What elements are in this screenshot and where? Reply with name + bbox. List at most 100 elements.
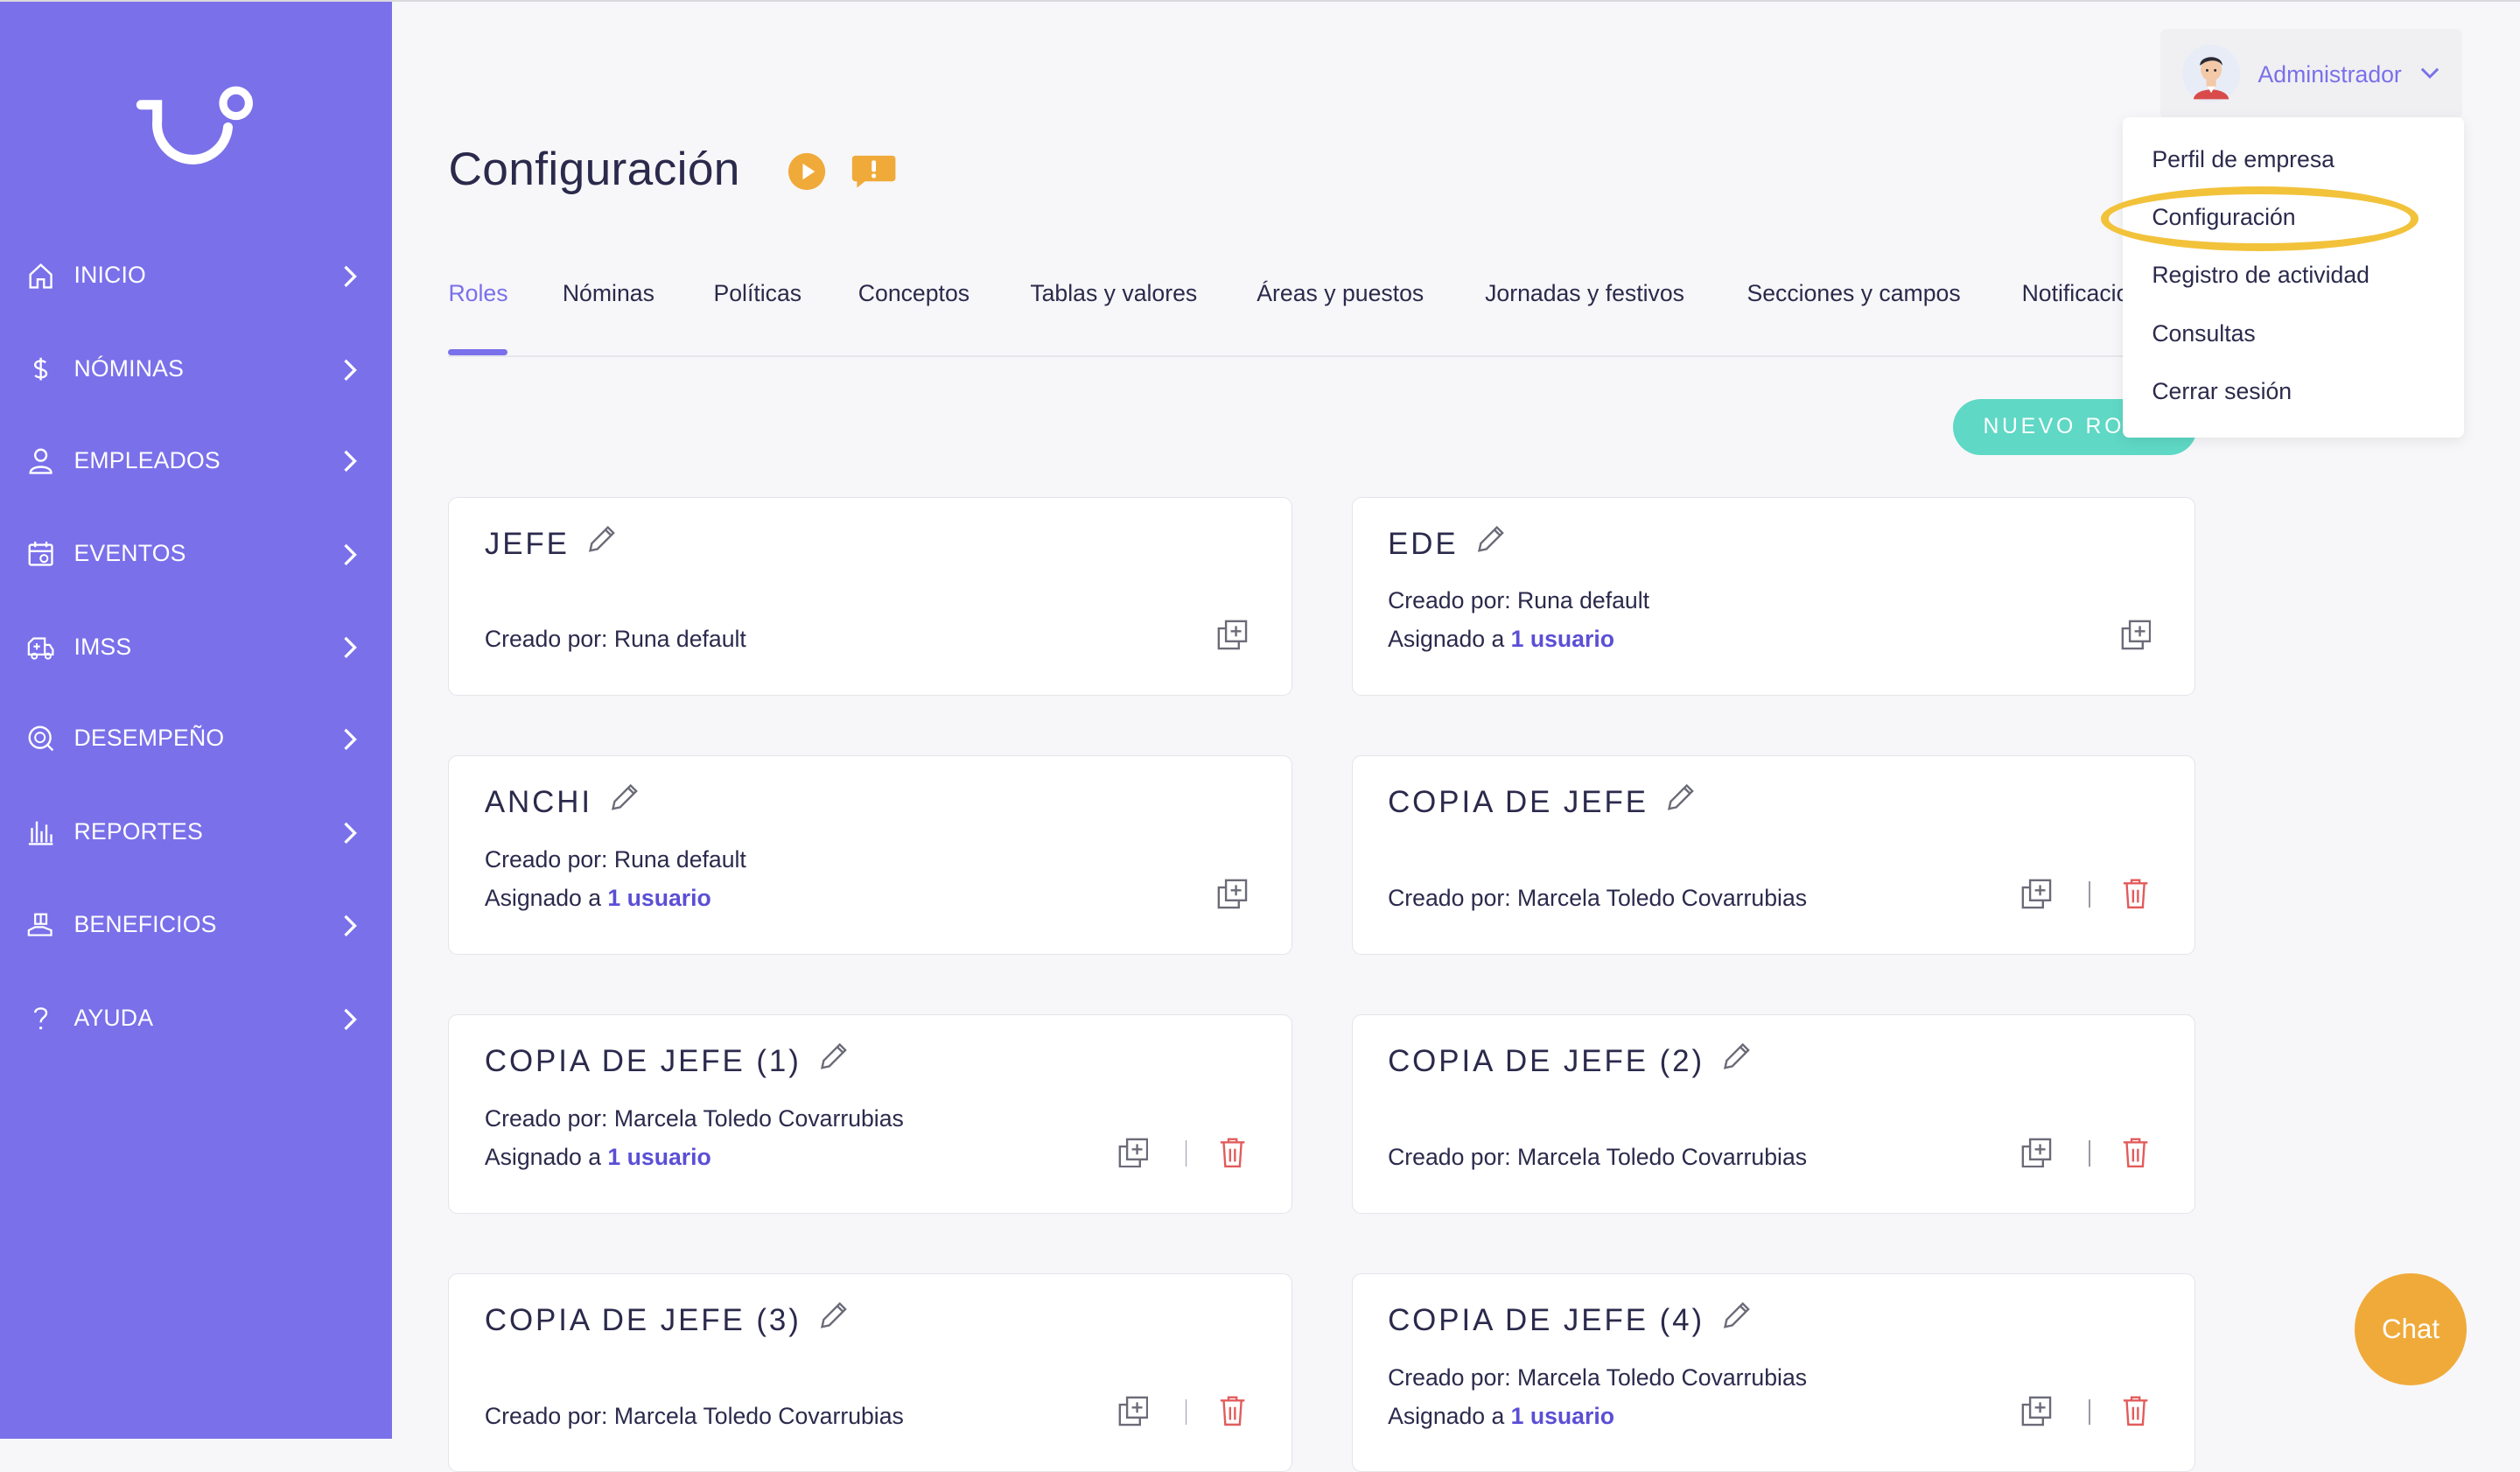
tab-nominas[interactable]: Nóminas <box>563 280 654 307</box>
duplicate-icon[interactable] <box>2021 879 2052 909</box>
chevron-right-icon <box>344 822 358 844</box>
role-card: COPIA DE JEFE (2) Creado por: Marcela Tol… <box>1351 1013 2195 1214</box>
home-icon <box>29 263 52 289</box>
role-created-by: Creado por: Runa default <box>484 626 746 653</box>
menu-item-cerrar-sesion[interactable]: Cerrar sesión <box>2152 378 2292 405</box>
menu-item-perfil-de-empresa[interactable]: Perfil de empresa <box>2152 146 2334 173</box>
role-card: COPIA DE JEFE (3) Creado por: Marcela Tol… <box>448 1272 1292 1472</box>
role-assigned: Asignado a1 usuario <box>1388 626 1614 653</box>
trash-icon[interactable] <box>1219 1394 1246 1426</box>
role-card: COPIA DE JEFE Creado por: Marcela Toledo … <box>1351 755 2195 955</box>
duplicate-icon[interactable] <box>2021 1396 2052 1426</box>
sidebar: INICIO NÓMINAS EMPLEADOS EVENTOS IMSS DE… <box>0 1 393 1439</box>
sidebar-item-beneficios[interactable]: BENEFICIOS <box>0 894 392 957</box>
tab-roles[interactable]: Roles <box>448 280 508 307</box>
runa-logo-icon[interactable] <box>135 82 257 166</box>
role-title: JEFE <box>484 526 570 561</box>
action-separator <box>2088 1140 2090 1167</box>
sidebar-item-empleados[interactable]: EMPLEADOS <box>0 429 392 493</box>
role-card: COPIA DE JEFE (1) Creado por: Marcela Tol… <box>448 1013 1292 1214</box>
duplicate-icon[interactable] <box>1118 1138 1149 1168</box>
menu-item-registro-de-actividad[interactable]: Registro de actividad <box>2152 262 2370 289</box>
role-card: ANCHI Creado por: Runa default Asignado a1… <box>448 755 1292 955</box>
role-card: JEFE Creado por: Runa default <box>448 496 1292 697</box>
tab-secciones-y-campos[interactable]: Secciones y campos <box>1746 280 1960 307</box>
action-separator <box>2088 881 2090 908</box>
role-title-row: COPIA DE JEFE (4) <box>1388 1300 1753 1338</box>
sidebar-item-imss[interactable]: IMSS <box>0 615 392 679</box>
chat-button[interactable]: Chat <box>2354 1272 2468 1386</box>
dollar-icon <box>34 357 48 381</box>
role-assigned: Asignado a1 usuario <box>485 1144 711 1171</box>
assigned-prefix: Asignado a <box>484 885 602 912</box>
chevron-right-icon <box>344 359 358 381</box>
sidebar-item-reportes[interactable]: REPORTES <box>0 801 392 865</box>
role-created-by: Creado por: Marcela Toledo Covarrubias <box>1388 1143 1808 1170</box>
chevron-right-icon <box>344 728 358 751</box>
chevron-right-icon <box>344 636 358 659</box>
calendar-icon <box>28 541 53 566</box>
sidebar-item-inicio[interactable]: INICIO <box>0 244 392 308</box>
ambulance-icon <box>27 637 54 660</box>
chevron-down-icon <box>2420 67 2440 80</box>
role-created-by: Creado por: Marcela Toledo Covarrubias <box>484 1104 904 1132</box>
play-video-icon[interactable] <box>788 152 826 191</box>
assigned-users-link[interactable]: 1 usuario <box>1511 626 1614 652</box>
sidebar-item-label: AYUDA <box>74 1004 154 1031</box>
edit-pencil-icon[interactable] <box>1474 523 1507 556</box>
assigned-prefix: Asignado a <box>484 1143 602 1170</box>
role-created-by: Creado por: Marcela Toledo Covarrubias <box>484 1402 904 1429</box>
action-separator <box>2088 1398 2090 1426</box>
edit-pencil-icon[interactable] <box>817 1041 850 1073</box>
sidebar-item-eventos[interactable]: EVENTOS <box>0 522 392 586</box>
performance-icon <box>28 725 54 752</box>
role-title: COPIA DE JEFE (4) <box>1388 1302 1705 1337</box>
role-title-row: COPIA DE JEFE (2) <box>1388 1041 1753 1079</box>
duplicate-icon[interactable] <box>1217 879 1248 909</box>
edit-pencil-icon[interactable] <box>1720 1041 1753 1073</box>
sidebar-item-nominas[interactable]: NÓMINAS <box>0 338 392 402</box>
edit-pencil-icon[interactable] <box>585 523 618 556</box>
action-separator <box>1185 1398 1187 1426</box>
sidebar-item-desempeno[interactable]: DESEMPEÑO <box>0 707 392 771</box>
edit-pencil-icon[interactable] <box>1720 1300 1753 1332</box>
assigned-users-link[interactable]: 1 usuario <box>1511 1403 1614 1429</box>
sidebar-item-ayuda[interactable]: AYUDA <box>0 987 392 1051</box>
active-tab-indicator <box>448 348 508 355</box>
role-assigned: Asignado a1 usuario <box>485 885 711 912</box>
role-title: EDE <box>1388 526 1459 561</box>
edit-pencil-icon[interactable] <box>1664 782 1697 814</box>
assigned-users-link[interactable]: 1 usuario <box>607 1144 710 1170</box>
user-menu-button[interactable]: Administrador <box>2160 29 2462 119</box>
role-created-by: Creado por: Runa default <box>1388 587 1650 614</box>
role-created-by: Creado por: Marcela Toledo Covarrubias <box>1388 885 1808 912</box>
trash-icon[interactable] <box>2122 1136 2149 1168</box>
duplicate-icon[interactable] <box>2121 620 2152 650</box>
tab-conceptos[interactable]: Conceptos <box>858 280 970 307</box>
trash-icon[interactable] <box>2122 877 2149 909</box>
tab-politicas[interactable]: Políticas <box>713 280 802 307</box>
chevron-right-icon <box>344 450 358 473</box>
gift-hand-icon <box>27 913 52 937</box>
duplicate-icon[interactable] <box>2021 1138 2052 1168</box>
tab-tablas-y-valores[interactable]: Tablas y valores <box>1030 280 1197 307</box>
duplicate-icon[interactable] <box>1118 1396 1149 1426</box>
avatar <box>2182 45 2241 103</box>
menu-item-consultas[interactable]: Consultas <box>2152 320 2255 347</box>
feedback-alert-icon[interactable] <box>850 154 897 189</box>
sidebar-item-label: REPORTES <box>74 817 203 845</box>
role-title-row: ANCHI <box>485 782 640 820</box>
tab-jornadas-y-festivos[interactable]: Jornadas y festivos <box>1485 280 1684 307</box>
role-title: COPIA DE JEFE <box>1388 785 1648 820</box>
trash-icon[interactable] <box>1219 1136 1246 1168</box>
role-assigned: Asignado a1 usuario <box>1388 1403 1614 1430</box>
edit-pencil-icon[interactable] <box>817 1300 850 1332</box>
edit-pencil-icon[interactable] <box>608 782 640 814</box>
tab-areas-y-puestos[interactable]: Áreas y puestos <box>1256 280 1424 307</box>
assigned-users-link[interactable]: 1 usuario <box>607 885 710 911</box>
duplicate-icon[interactable] <box>1217 620 1248 650</box>
trash-icon[interactable] <box>2122 1394 2149 1426</box>
tab-notificaciones[interactable]: Notificaciones <box>2022 280 2128 307</box>
role-title-row: JEFE <box>484 525 618 562</box>
page-title: Configuración <box>448 144 740 196</box>
